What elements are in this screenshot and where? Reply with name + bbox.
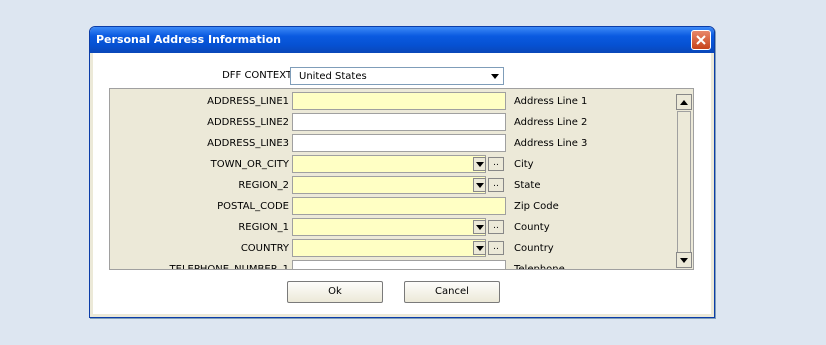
flex-field-grid: ADDRESS_LINE1 Address Line 1 ADDRESS_LINE2…: [109, 88, 694, 270]
field-input[interactable]: [292, 134, 506, 152]
field-name-label: TOWN_OR_CITY: [210, 159, 289, 170]
field-description: City: [514, 159, 534, 170]
flex-field-row: ADDRESS_LINE1 Address Line 1: [110, 91, 680, 112]
ellipsis-icon[interactable]: ..: [488, 241, 504, 255]
field-name-label: ADDRESS_LINE3: [207, 138, 289, 149]
field-input[interactable]: [292, 113, 506, 131]
ok-button[interactable]: Ok: [287, 281, 383, 303]
dff-context-select[interactable]: United States: [290, 67, 504, 85]
chevron-down-icon[interactable]: [473, 157, 486, 171]
chevron-down-icon[interactable]: [473, 241, 486, 255]
ellipsis-icon[interactable]: ..: [488, 157, 504, 171]
flex-field-row: TOWN_OR_CITY.. City: [110, 154, 680, 175]
ellipsis-icon[interactable]: ..: [488, 178, 504, 192]
field-name-label: ADDRESS_LINE2: [207, 117, 289, 128]
scrollbar-thumb[interactable]: [677, 111, 691, 253]
flex-field-row: REGION_1.. County: [110, 217, 680, 238]
flex-field-row: COUNTRY.. Country: [110, 238, 680, 259]
chevron-down-icon[interactable]: [489, 70, 501, 82]
cancel-button[interactable]: Cancel: [404, 281, 500, 303]
field-description: Address Line 1: [514, 96, 588, 107]
dff-context-value: United States: [299, 71, 367, 82]
scroll-down-icon[interactable]: [676, 252, 692, 268]
field-description: Zip Code: [514, 201, 559, 212]
flex-field-row: ADDRESS_LINE2 Address Line 2: [110, 112, 680, 133]
field-name-label: REGION_2: [238, 180, 289, 191]
field-input[interactable]: [292, 155, 486, 173]
field-description: County: [514, 222, 550, 233]
chevron-down-icon[interactable]: [473, 220, 486, 234]
dff-context-label: DFF CONTEXT: [222, 70, 292, 81]
field-input[interactable]: [292, 218, 486, 236]
flex-field-row: REGION_2.. State: [110, 175, 680, 196]
scroll-up-icon[interactable]: [676, 94, 692, 110]
field-description: Address Line 3: [514, 138, 588, 149]
field-description: Country: [514, 243, 554, 254]
dialog-title: Personal Address Information: [96, 33, 281, 46]
close-button[interactable]: [691, 30, 711, 50]
personal-address-dialog: Personal Address Information DFF CONTEXT…: [89, 26, 715, 318]
field-name-label: REGION_1: [238, 222, 289, 233]
flex-field-row: POSTAL_CODE Zip Code: [110, 196, 680, 217]
field-input[interactable]: [292, 239, 486, 257]
grid-scrollbar[interactable]: [676, 94, 692, 268]
field-input[interactable]: [292, 176, 486, 194]
ellipsis-icon[interactable]: ..: [488, 220, 504, 234]
field-name-label: COUNTRY: [240, 243, 289, 254]
field-name-label: ADDRESS_LINE1: [207, 96, 289, 107]
field-input[interactable]: [292, 197, 506, 215]
chevron-down-icon[interactable]: [473, 178, 486, 192]
field-input[interactable]: [292, 92, 506, 110]
close-icon: [696, 35, 706, 45]
field-name-label: TELEPHONE_NUMBER_1: [169, 264, 289, 270]
field-name-label: POSTAL_CODE: [217, 201, 289, 212]
field-input[interactable]: [292, 260, 506, 269]
dialog-titlebar[interactable]: Personal Address Information: [90, 27, 714, 53]
field-description: State: [514, 180, 541, 191]
field-description: Address Line 2: [514, 117, 588, 128]
flex-field-row: TELEPHONE_NUMBER_1 Telephone: [110, 259, 680, 270]
flex-field-row: ADDRESS_LINE3 Address Line 3: [110, 133, 680, 154]
field-description: Telephone: [514, 264, 565, 270]
